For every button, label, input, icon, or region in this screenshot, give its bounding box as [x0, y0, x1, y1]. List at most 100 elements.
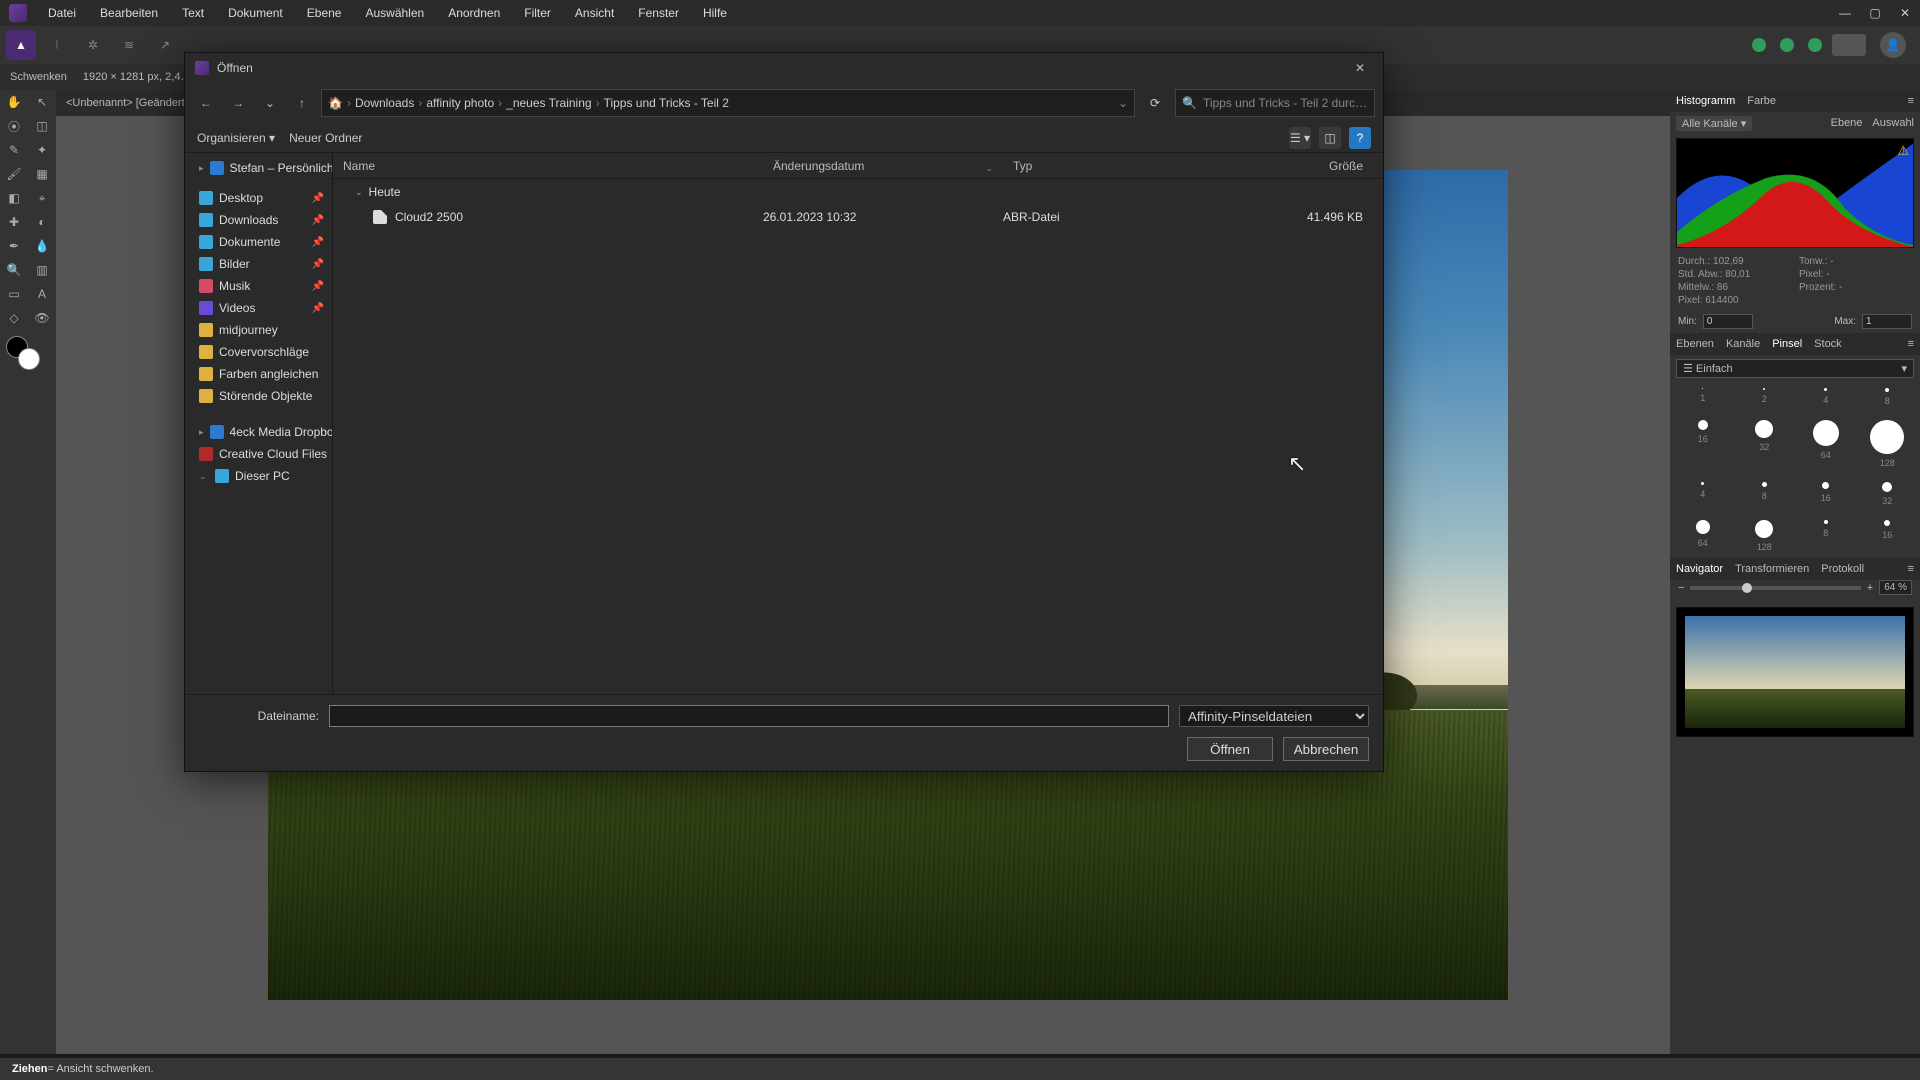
brush-preset[interactable]: 8	[1861, 388, 1915, 406]
vector-tool[interactable]: ◇	[0, 304, 28, 332]
max-input[interactable]	[1862, 314, 1912, 329]
tree-downloads[interactable]: Downloads📌	[185, 209, 332, 231]
breadcrumb-dropdown[interactable]: ⌄	[1118, 96, 1128, 110]
tab-kanaele[interactable]: Kanäle	[1726, 338, 1760, 350]
brush-preset[interactable]: 4	[1676, 482, 1730, 506]
tab-stock[interactable]: Stock	[1814, 338, 1842, 350]
view-tool[interactable]: 👁	[28, 304, 56, 332]
home-icon[interactable]: 🏠	[328, 96, 343, 110]
tree-cc[interactable]: Creative Cloud Files	[185, 443, 332, 465]
brush-preset[interactable]: 8	[1738, 482, 1792, 506]
zoom-in-button[interactable]: +	[1867, 582, 1873, 594]
view-mode-button[interactable]: ☰ ▾	[1289, 127, 1311, 149]
dialog-search-input[interactable]: 🔍 Tipps und Tricks - Teil 2 durc…	[1175, 89, 1375, 117]
hist-scope-auswahl[interactable]: Auswahl	[1872, 117, 1914, 129]
tree-cover[interactable]: Covervorschläge	[185, 341, 332, 363]
tree-desktop[interactable]: Desktop📌	[185, 187, 332, 209]
menu-ebene[interactable]: Ebene	[295, 1, 354, 25]
hist-scope-ebene[interactable]: Ebene	[1831, 117, 1863, 129]
tree-bilder[interactable]: Bilder📌	[185, 253, 332, 275]
tree-videos[interactable]: Videos📌	[185, 297, 332, 319]
window-minimize-button[interactable]: —	[1830, 0, 1860, 26]
zoom-slider[interactable]	[1690, 586, 1860, 590]
col-size[interactable]: Größe	[1203, 159, 1383, 173]
tab-navigator[interactable]: Navigator	[1676, 563, 1723, 575]
dialog-close-button[interactable]: ✕	[1347, 57, 1373, 79]
develop-persona-button[interactable]: ✲	[78, 30, 108, 60]
menu-ansicht[interactable]: Ansicht	[563, 1, 626, 25]
channel-selector[interactable]: Alle Kanäle ▾	[1676, 116, 1752, 131]
tree-farben[interactable]: Farben angleichen	[185, 363, 332, 385]
menu-datei[interactable]: Datei	[36, 1, 88, 25]
open-button[interactable]: Öffnen	[1187, 737, 1273, 761]
panel-menu-icon[interactable]: ≡	[1908, 563, 1914, 575]
menu-bearbeiten[interactable]: Bearbeiten	[88, 1, 170, 25]
brush-category-dropdown[interactable]: ☰ Einfach▾	[1676, 359, 1914, 378]
menu-fenster[interactable]: Fenster	[626, 1, 691, 25]
col-type[interactable]: Typ	[1003, 159, 1203, 173]
file-row[interactable]: Cloud2 2500 26.01.2023 10:32 ABR-Datei 4…	[333, 205, 1383, 229]
refresh-button[interactable]: ⟳	[1141, 89, 1169, 117]
nav-forward-button[interactable]: →	[225, 90, 251, 116]
zoom-percent[interactable]: 64 %	[1879, 580, 1912, 595]
zoom-out-button[interactable]: −	[1678, 582, 1684, 594]
nav-up-button[interactable]: ↑	[289, 90, 315, 116]
window-close-button[interactable]: ✕	[1890, 0, 1920, 26]
breadcrumb[interactable]: 🏠› Downloads› affinity photo› _neues Tra…	[321, 89, 1135, 117]
account-avatar[interactable]: 👤	[1880, 32, 1906, 58]
filetype-filter[interactable]: Affinity-Pinseldateien	[1179, 705, 1369, 727]
brush-preset[interactable]: 8	[1799, 520, 1853, 552]
tree-user[interactable]: ▸Stefan – Persönlich	[185, 157, 332, 179]
brush-preset[interactable]: 16	[1799, 482, 1853, 506]
brush-preset[interactable]: 1	[1676, 388, 1730, 406]
panel-menu-icon[interactable]: ≡	[1908, 95, 1914, 107]
tree-dokumente[interactable]: Dokumente📌	[185, 231, 332, 253]
tab-protokoll[interactable]: Protokoll	[1821, 563, 1864, 575]
brush-preset[interactable]: 64	[1676, 520, 1730, 552]
crumb-affinity[interactable]: affinity photo	[426, 96, 494, 110]
nav-back-button[interactable]: ←	[193, 90, 219, 116]
liquify-persona-button[interactable]: ⦚	[42, 30, 72, 60]
organize-dropdown[interactable]: Organisieren ▾	[197, 131, 275, 145]
menu-hilfe[interactable]: Hilfe	[691, 1, 739, 25]
filename-input[interactable]	[329, 705, 1169, 727]
tab-transformieren[interactable]: Transformieren	[1735, 563, 1809, 575]
brush-preset[interactable]: 2	[1738, 388, 1792, 406]
menu-anordnen[interactable]: Anordnen	[436, 1, 512, 25]
tree-stoerend[interactable]: Störende Objekte	[185, 385, 332, 407]
menu-filter[interactable]: Filter	[512, 1, 563, 25]
group-heute[interactable]: ⌄Heute	[333, 179, 1383, 205]
tab-histogram[interactable]: Histogramm	[1676, 95, 1735, 107]
preview-pane-button[interactable]: ◫	[1319, 127, 1341, 149]
tree-midjourney[interactable]: midjourney	[185, 319, 332, 341]
tab-pinsel[interactable]: Pinsel	[1772, 338, 1802, 350]
crumb-downloads[interactable]: Downloads	[355, 96, 414, 110]
menu-text[interactable]: Text	[170, 1, 216, 25]
color-swatch[interactable]	[6, 336, 40, 370]
tree-dropbox[interactable]: ▸4eck Media Dropbox	[185, 421, 332, 443]
export-persona-button[interactable]: ↗	[150, 30, 180, 60]
brush-preset[interactable]: 128	[1738, 520, 1792, 552]
nav-recent-dropdown[interactable]: ⌄	[257, 90, 283, 116]
window-maximize-button[interactable]: ▢	[1860, 0, 1890, 26]
menu-auswaehlen[interactable]: Auswählen	[353, 1, 436, 25]
brush-preset[interactable]: 4	[1799, 388, 1853, 406]
help-button[interactable]: ?	[1349, 127, 1371, 149]
brush-preset[interactable]: 16	[1676, 420, 1730, 468]
brush-preset[interactable]: 128	[1861, 420, 1915, 468]
tab-farbe[interactable]: Farbe	[1747, 95, 1776, 107]
photo-persona-button[interactable]: ▲	[6, 30, 36, 60]
cancel-button[interactable]: Abbrechen	[1283, 737, 1369, 761]
tone-persona-button[interactable]: ≋	[114, 30, 144, 60]
tree-musik[interactable]: Musik📌	[185, 275, 332, 297]
panel-menu-icon[interactable]: ≡	[1908, 338, 1914, 350]
brush-preset[interactable]: 64	[1799, 420, 1853, 468]
new-folder-button[interactable]: Neuer Ordner	[289, 131, 362, 145]
navigator-thumbnail[interactable]	[1676, 607, 1914, 737]
brush-preset[interactable]: 16	[1861, 520, 1915, 552]
brush-preset[interactable]: 32	[1738, 420, 1792, 468]
tab-ebenen[interactable]: Ebenen	[1676, 338, 1714, 350]
col-name[interactable]: Name	[333, 159, 763, 173]
toolbar-chip[interactable]	[1832, 34, 1866, 56]
brush-preset[interactable]: 32	[1861, 482, 1915, 506]
